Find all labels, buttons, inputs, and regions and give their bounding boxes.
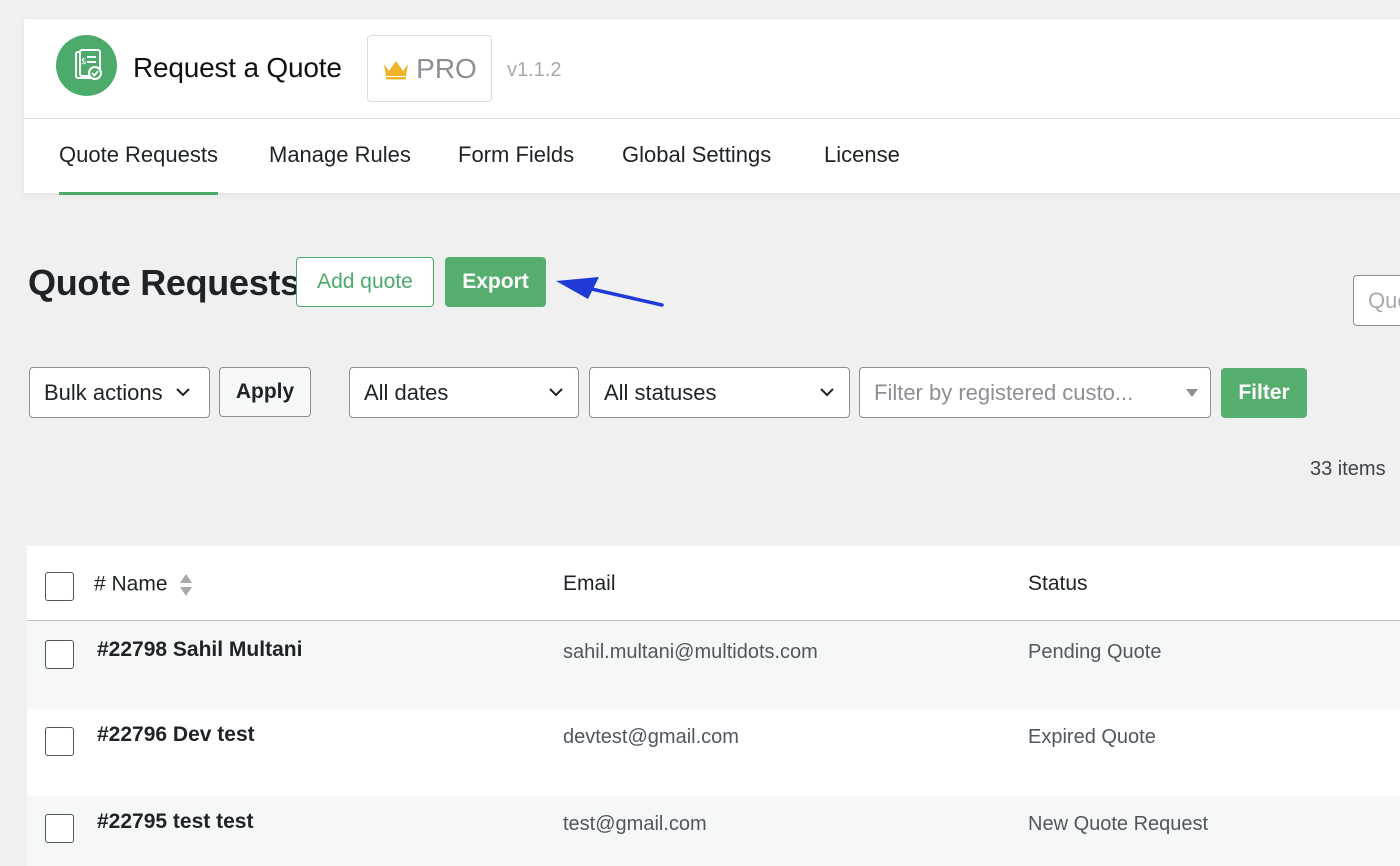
table-row: #22798 Sahil Multani sahil.multani@multi… [27, 621, 1400, 709]
row-checkbox[interactable] [45, 640, 74, 669]
bulk-actions-value: Bulk actions [44, 379, 163, 405]
customer-filter-placeholder: Filter by registered custo... [874, 379, 1134, 405]
table-row: #22795 test test test@gmail.com New Quot… [27, 796, 1400, 866]
tab-form-fields[interactable]: Form Fields [458, 142, 574, 168]
brand-row: $ Request a Quote PRO v1.1.2 [24, 19, 1400, 119]
quote-email: test@gmail.com [563, 813, 707, 835]
column-name[interactable]: # Name [94, 572, 193, 598]
quote-name-link[interactable]: #22798 Sahil Multani [97, 638, 302, 662]
chevron-down-icon [176, 388, 190, 397]
tab-global-settings[interactable]: Global Settings [622, 142, 771, 168]
quote-name-link[interactable]: #22795 test test [97, 810, 253, 834]
export-button[interactable]: Export [445, 257, 546, 307]
bulk-actions-select[interactable]: Bulk actions [29, 367, 210, 418]
page-title: Quote Requests [28, 262, 300, 303]
search-input[interactable]: Quote [1353, 275, 1400, 326]
crown-icon [384, 60, 409, 79]
dates-value: All dates [364, 379, 449, 405]
column-email: Email [563, 572, 616, 595]
statuses-select[interactable]: All statuses [589, 367, 850, 418]
dates-select[interactable]: All dates [349, 367, 579, 418]
quote-name-link[interactable]: #22796 Dev test [97, 723, 255, 747]
plugin-header: $ Request a Quote PRO v1.1.2 Quote Reque… [24, 19, 1400, 195]
quotes-table: # Name Email Status #22798 Sahil Multani… [27, 546, 1400, 866]
quote-email: devtest@gmail.com [563, 726, 739, 748]
statuses-value: All statuses [604, 379, 717, 405]
column-status: Status [1028, 572, 1088, 595]
quote-status: Expired Quote [1028, 726, 1156, 748]
dropdown-triangle-icon [1186, 389, 1198, 397]
customer-filter-select[interactable]: Filter by registered custo... [859, 367, 1211, 418]
tab-quote-requests[interactable]: Quote Requests [59, 142, 218, 195]
tab-navigation: Quote Requests Manage Rules Form Fields … [24, 119, 1400, 195]
version-label: v1.1.2 [507, 59, 562, 81]
filter-button[interactable]: Filter [1221, 368, 1307, 418]
pro-label: PRO [416, 52, 477, 84]
table-header: # Name Email Status [27, 546, 1400, 621]
app-title: Request a Quote [133, 52, 342, 83]
svg-text:$: $ [81, 57, 87, 67]
tab-license[interactable]: License [824, 142, 900, 168]
row-checkbox[interactable] [45, 727, 74, 756]
row-checkbox[interactable] [45, 814, 74, 843]
quote-email: sahil.multani@multidots.com [563, 641, 818, 663]
sort-icon [180, 574, 193, 596]
column-name-label: # Name [94, 572, 168, 596]
items-count: 33 items [1310, 458, 1386, 480]
quote-status: Pending Quote [1028, 641, 1162, 663]
chevron-down-icon [549, 388, 563, 397]
annotation-arrow-icon [556, 277, 664, 307]
apply-button[interactable]: Apply [219, 367, 311, 417]
pro-badge[interactable]: PRO [367, 35, 492, 102]
table-row: #22796 Dev test devtest@gmail.com Expire… [27, 709, 1400, 797]
quote-status: New Quote Request [1028, 813, 1209, 835]
quote-document-icon: $ [56, 35, 117, 96]
tab-manage-rules[interactable]: Manage Rules [269, 142, 411, 168]
select-all-checkbox[interactable] [45, 572, 74, 601]
add-quote-button[interactable]: Add quote [296, 257, 434, 307]
chevron-down-icon [820, 388, 834, 397]
